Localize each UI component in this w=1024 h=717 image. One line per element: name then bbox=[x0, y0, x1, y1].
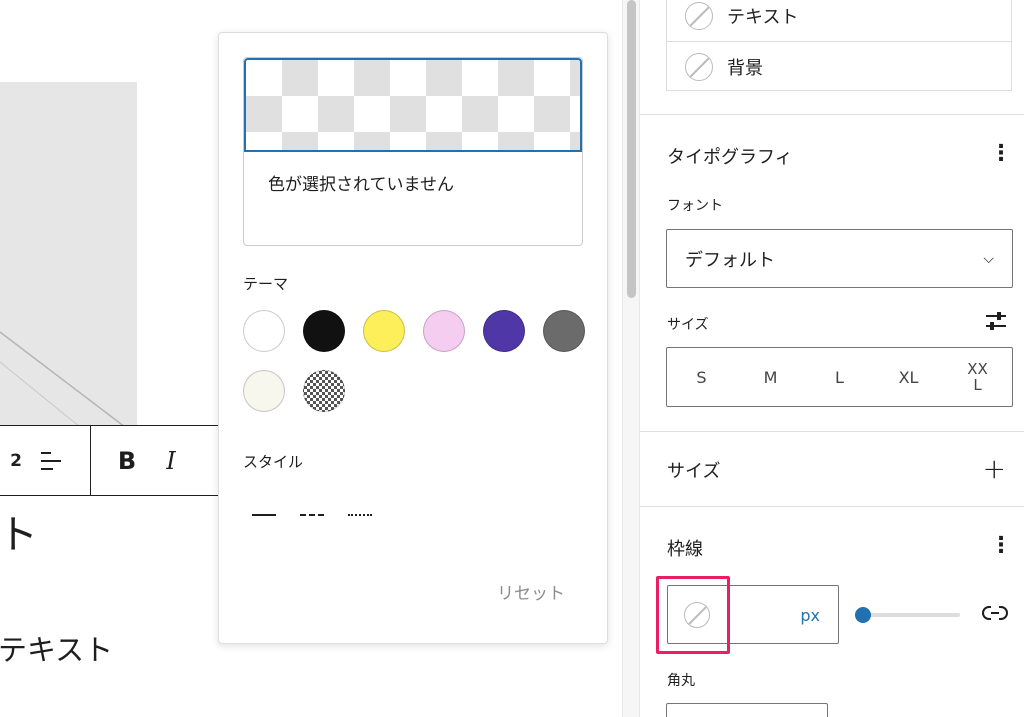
color-swatch-black[interactable] bbox=[303, 310, 345, 352]
add-icon[interactable]: + bbox=[983, 455, 1006, 483]
color-item-label: テキスト bbox=[727, 7, 799, 28]
dashed-line-icon bbox=[300, 514, 324, 516]
border-style-solid-button[interactable] bbox=[249, 503, 279, 527]
toolbar-group-heading: 2 bbox=[0, 426, 91, 495]
font-size-l[interactable]: L bbox=[816, 368, 864, 387]
typography-options-icon[interactable]: ⋮ bbox=[990, 143, 1012, 165]
custom-color-picker[interactable]: 色が選択されていません bbox=[243, 57, 583, 246]
dimensions-title: サイズ bbox=[667, 461, 721, 482]
custom-size-icon[interactable] bbox=[984, 310, 1008, 332]
image-block[interactable] bbox=[0, 82, 137, 427]
border-title: 枠線 bbox=[667, 539, 703, 560]
color-settings-list: テキスト 背景 bbox=[666, 0, 1012, 91]
border-color-button-highlight[interactable] bbox=[656, 576, 730, 654]
border-width-slider[interactable] bbox=[855, 605, 960, 625]
font-size-picker: S M L XL XX L bbox=[666, 347, 1013, 407]
heading-level-button[interactable]: 2 bbox=[1, 451, 31, 471]
color-swatch-transparent[interactable] bbox=[303, 370, 345, 412]
color-item-text[interactable]: テキスト bbox=[667, 0, 1011, 41]
theme-label: テーマ bbox=[243, 275, 289, 293]
chevron-down-icon: ⌵ bbox=[983, 250, 994, 267]
italic-button[interactable]: I bbox=[149, 439, 193, 483]
scrollbar-thumb[interactable] bbox=[627, 0, 636, 298]
divider bbox=[640, 506, 1024, 507]
color-preview[interactable] bbox=[244, 58, 582, 152]
color-swatch-yellow[interactable] bbox=[363, 310, 405, 352]
font-size-label: サイズ bbox=[667, 317, 709, 333]
bold-button[interactable]: B bbox=[105, 439, 149, 483]
font-label: フォント bbox=[667, 198, 723, 214]
no-color-icon bbox=[685, 2, 713, 30]
border-color-popover: 色が選択されていません テーマ スタイル リセット bbox=[218, 32, 608, 644]
editor-scrollbar[interactable] bbox=[622, 0, 640, 717]
divider bbox=[640, 114, 1024, 115]
block-toolbar: 2 B I bbox=[0, 425, 238, 496]
unlink-sides-icon[interactable] bbox=[982, 602, 1008, 624]
dotted-line-icon bbox=[348, 514, 372, 516]
radius-input[interactable] bbox=[666, 703, 828, 717]
image-placeholder-lines bbox=[0, 331, 126, 427]
border-style-options bbox=[249, 503, 375, 527]
radius-label: 角丸 bbox=[667, 673, 695, 689]
paragraph-text[interactable]: テキスト bbox=[0, 630, 113, 670]
solid-line-icon bbox=[252, 514, 276, 516]
no-color-text: 色が選択されていません bbox=[268, 175, 454, 195]
align-icon[interactable] bbox=[31, 441, 71, 481]
style-label: スタイル bbox=[243, 453, 304, 471]
color-swatch-pink[interactable] bbox=[423, 310, 465, 352]
border-style-dotted-button[interactable] bbox=[345, 503, 375, 527]
heading-text[interactable]: ト bbox=[0, 505, 38, 565]
settings-sidebar: テキスト 背景 タイポグラフィ ⋮ フォント デフォルト ⌵ サイズ S M L… bbox=[640, 0, 1024, 717]
font-size-xxl[interactable]: XX L bbox=[954, 361, 1002, 393]
border-options-icon[interactable]: ⋮ bbox=[990, 535, 1012, 557]
font-select[interactable]: デフォルト ⌵ bbox=[666, 229, 1013, 288]
typography-title: タイポグラフィ bbox=[667, 147, 793, 168]
toolbar-group-format: B I bbox=[91, 426, 193, 495]
color-swatch-cream[interactable] bbox=[243, 370, 285, 412]
color-swatch-gray[interactable] bbox=[543, 310, 585, 352]
font-size-m[interactable]: M bbox=[747, 368, 795, 387]
theme-color-swatches bbox=[243, 310, 588, 412]
font-size-xl[interactable]: XL bbox=[885, 368, 933, 387]
color-item-background[interactable]: 背景 bbox=[667, 41, 1011, 91]
color-swatch-white[interactable] bbox=[243, 310, 285, 352]
no-color-icon bbox=[685, 52, 713, 81]
font-select-value: デフォルト bbox=[685, 249, 775, 271]
slider-thumb[interactable] bbox=[855, 607, 871, 623]
divider bbox=[640, 431, 1024, 432]
font-size-s[interactable]: S bbox=[678, 368, 726, 387]
color-swatch-purple[interactable] bbox=[483, 310, 525, 352]
border-style-dashed-button[interactable] bbox=[297, 503, 327, 527]
unit-label[interactable]: px bbox=[800, 606, 820, 625]
reset-button[interactable]: リセット bbox=[497, 579, 565, 604]
color-item-label: 背景 bbox=[727, 57, 763, 79]
